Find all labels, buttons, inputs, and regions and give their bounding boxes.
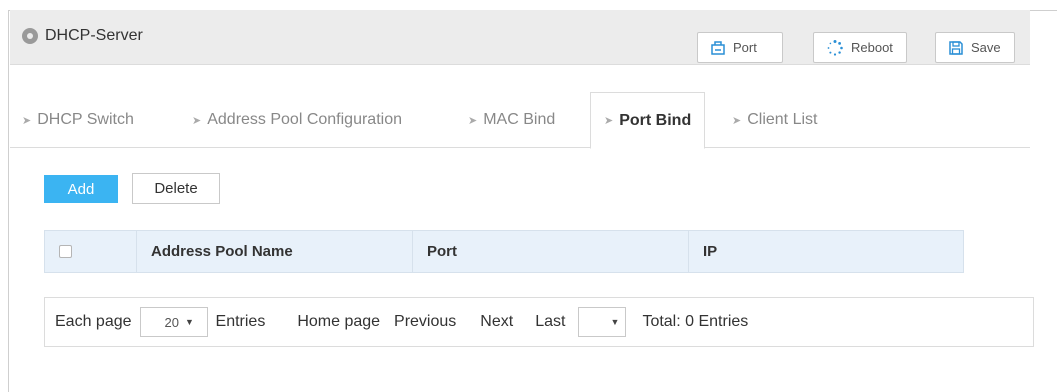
add-button[interactable]: Add bbox=[44, 175, 118, 203]
column-header-port: Port bbox=[413, 231, 689, 272]
port-button[interactable]: Port bbox=[697, 32, 783, 63]
tab-label: DHCP Switch bbox=[37, 111, 134, 128]
port-button-label: Port bbox=[733, 40, 757, 55]
column-header-address-pool-name: Address Pool Name bbox=[137, 231, 413, 272]
column-header-ip: IP bbox=[703, 243, 718, 260]
each-page-label: Each page bbox=[55, 313, 132, 330]
tab-mac-bind[interactable]: ➤ MAC Bind bbox=[468, 92, 555, 148]
reboot-button-label: Reboot bbox=[851, 40, 893, 55]
tab-label: Address Pool Configuration bbox=[207, 111, 402, 128]
tab-dhcp-switch[interactable]: ➤ DHCP Switch bbox=[22, 92, 134, 148]
home-page-link[interactable]: Home page bbox=[297, 313, 380, 331]
tab-arrow-icon: ➤ bbox=[22, 114, 32, 127]
tab-port-bind[interactable]: ➤ Port Bind bbox=[590, 92, 706, 149]
caret-down-icon: ▼ bbox=[610, 317, 620, 327]
tab-label: Port Bind bbox=[619, 111, 692, 129]
delete-button[interactable]: Delete bbox=[132, 173, 220, 204]
tab-bar: ➤ DHCP Switch ➤ Address Pool Configurati… bbox=[10, 92, 1030, 149]
page-jump-select[interactable]: ▼ bbox=[578, 307, 627, 337]
last-link[interactable]: Last bbox=[535, 313, 565, 331]
save-button[interactable]: Save bbox=[935, 32, 1015, 63]
location-dot-icon bbox=[22, 28, 38, 44]
reboot-spinner-icon bbox=[827, 39, 843, 56]
next-link[interactable]: Next bbox=[480, 313, 513, 331]
save-icon bbox=[949, 40, 963, 55]
tab-client-list[interactable]: ➤ Client List bbox=[732, 92, 817, 148]
tab-arrow-icon: ➤ bbox=[604, 115, 614, 127]
caret-down-icon: ▼ bbox=[184, 317, 194, 327]
tab-address-pool-configuration[interactable]: ➤ Address Pool Configuration bbox=[192, 92, 402, 148]
reboot-button[interactable]: Reboot bbox=[813, 32, 907, 63]
page-size-value: 20 bbox=[164, 314, 179, 330]
select-all-checkbox[interactable] bbox=[59, 245, 72, 258]
tab-label: Client List bbox=[747, 111, 818, 128]
table-header: Address Pool Name Port IP bbox=[44, 230, 964, 273]
tab-arrow-icon: ➤ bbox=[468, 114, 478, 127]
title-area: DHCP-Server bbox=[22, 27, 143, 45]
select-all-cell bbox=[45, 231, 137, 272]
tab-label: MAC Bind bbox=[483, 111, 556, 128]
save-button-label: Save bbox=[971, 40, 1001, 55]
pagination-bar: Each page 20 ▼ Entries Home page Previou… bbox=[44, 297, 1034, 347]
port-icon bbox=[711, 40, 725, 55]
tab-arrow-icon: ➤ bbox=[732, 114, 742, 127]
page-title: DHCP-Server bbox=[45, 27, 143, 44]
previous-link[interactable]: Previous bbox=[394, 313, 456, 331]
entries-label: Entries bbox=[215, 313, 266, 330]
tab-arrow-icon: ➤ bbox=[192, 114, 202, 127]
page-size-select[interactable]: 20 ▼ bbox=[139, 307, 208, 337]
total-entries: Total: 0 Entries bbox=[642, 313, 749, 330]
